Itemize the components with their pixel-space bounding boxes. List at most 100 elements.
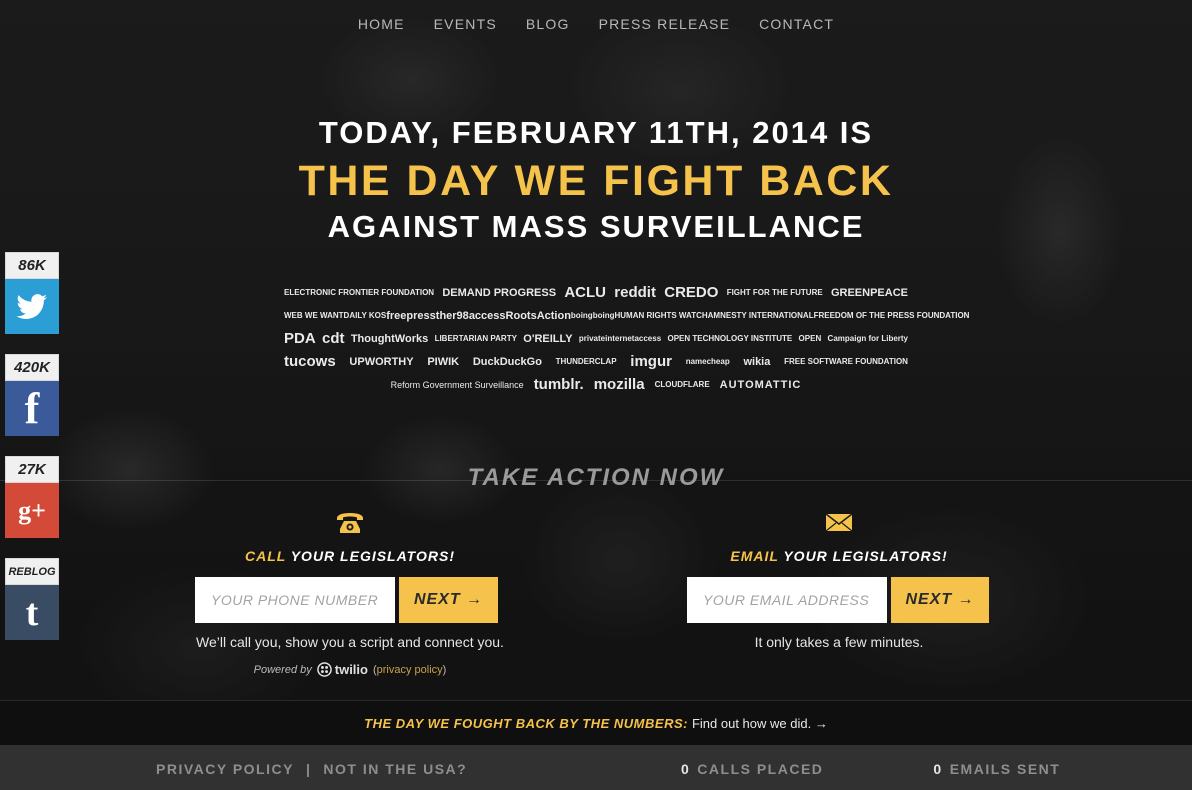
logo-piwik[interactable]: PIWIK	[427, 356, 459, 368]
logo-thunderclap[interactable]: THUNDERCLAP	[556, 357, 617, 366]
call-heading-rest: YOUR LEGISLATORS!	[286, 548, 455, 564]
logo-freepress[interactable]: freepress	[386, 310, 436, 322]
tumblr-share: REBLOG t	[5, 558, 59, 640]
email-section: EMAIL YOUR LEGISLATORS! NEXT → It only t…	[687, 512, 991, 650]
logo-access[interactable]: access	[469, 310, 506, 322]
powered-by: Powered by twilio (privacy policy)	[195, 662, 505, 677]
logo-cdt[interactable]: cdt	[322, 330, 345, 347]
nav-contact[interactable]: CONTACT	[759, 16, 834, 32]
logo-free-software-foundation[interactable]: FREE SOFTWARE FOUNDATION	[784, 357, 908, 366]
twilio-icon	[316, 662, 332, 677]
logo-reddit[interactable]: reddit	[614, 284, 656, 301]
calls-count: 0	[681, 761, 691, 777]
tumblr-reblog-label: REBLOG	[5, 558, 59, 585]
logo-boingboing[interactable]: boingboing	[571, 311, 615, 320]
facebook-share: 420K f	[5, 354, 59, 436]
logo-rootsaction[interactable]: RootsAction	[506, 310, 571, 322]
logo-credo[interactable]: CREDO	[664, 284, 718, 301]
logo-row: WEB WE WANT DAILY KOS freepress ther98 a…	[284, 304, 969, 327]
logo-daily-kos[interactable]: DAILY KOS	[344, 311, 387, 320]
logo-open[interactable]: OPEN	[799, 334, 822, 343]
logo-libertarian-party[interactable]: LIBERTARIAN PARTY	[435, 334, 517, 343]
logo-cloudflare[interactable]: CLOUDFLARE	[655, 380, 710, 389]
email-form: NEXT →	[687, 577, 991, 623]
logo-stop-watching-us[interactable]: ther98	[436, 310, 469, 322]
call-note: We’ll call you, show you a script and co…	[196, 634, 504, 650]
partner-logos: ELECTRONIC FRONTIER FOUNDATION DEMAND PR…	[284, 281, 969, 396]
hero-date-line: TODAY, FEBRUARY 11TH, 2014 IS	[318, 115, 874, 150]
email-heading-rest: YOUR LEGISLATORS!	[778, 548, 948, 564]
emails-count: 0	[933, 761, 943, 777]
logo-reform-government-surveillance[interactable]: Reform Government Surveillance	[391, 380, 524, 390]
logo-mozilla[interactable]: mozilla	[594, 376, 645, 393]
logo-greenpeace[interactable]: GREENPEACE	[831, 287, 908, 299]
logo-tucows[interactable]: tucows	[284, 353, 336, 370]
logo-pda[interactable]: PDA	[284, 330, 316, 347]
telephone-icon	[195, 512, 505, 536]
logo-human-rights-watch[interactable]: HUMAN RIGHTS WATCH	[614, 311, 707, 320]
email-next-button[interactable]: NEXT →	[891, 577, 989, 623]
email-address-input[interactable]	[687, 577, 887, 623]
calls-placed-stat: 0 CALLS PLACED	[681, 761, 823, 777]
privacy-policy-link[interactable]: PRIVACY POLICY	[156, 761, 294, 777]
email-heading-accent: EMAIL	[730, 548, 779, 564]
hero-subtitle: AGAINST MASS SURVEILLANCE	[327, 209, 865, 244]
logo-aclu[interactable]: ACLU	[564, 284, 606, 301]
envelope-icon	[687, 512, 991, 536]
logo-private-internet-access[interactable]: privateinternetaccess	[579, 334, 661, 343]
logo-imgur[interactable]: imgur	[630, 353, 672, 370]
logo-open-technology-institute[interactable]: OPEN TECHNOLOGY INSTITUTE	[667, 334, 792, 343]
not-in-usa-link[interactable]: NOT IN THE USA?	[323, 761, 467, 777]
logo-thoughtworks[interactable]: ThoughtWorks	[351, 333, 428, 345]
logo-upworthy[interactable]: UPWORTHY	[349, 356, 413, 368]
emails-label: EMAILS SENT	[949, 761, 1061, 777]
find-out-link[interactable]: Find out how we did. →	[692, 716, 828, 731]
nav-home[interactable]: HOME	[358, 16, 405, 32]
tumblr-button[interactable]: t	[5, 585, 59, 640]
call-form: NEXT →	[195, 577, 505, 623]
logo-automattic[interactable]: AUTOMATTIC	[720, 379, 802, 391]
footer-links: PRIVACY POLICY | NOT IN THE USA?	[156, 761, 467, 777]
logo-row: tucows UPWORTHY PIWIK DuckDuckGo THUNDER…	[284, 350, 908, 373]
by-the-numbers-bar: THE DAY WE FOUGHT BACK BY THE NUMBERS: F…	[0, 700, 1192, 745]
call-next-button[interactable]: NEXT →	[399, 577, 498, 623]
logo-wikia[interactable]: wikia	[743, 356, 770, 368]
facebook-button[interactable]: f	[5, 381, 59, 436]
logo-fight-for-the-future[interactable]: FIGHT FOR THE FUTURE	[727, 288, 823, 297]
facebook-icon: f	[24, 384, 40, 433]
calls-label: CALLS PLACED	[697, 761, 824, 777]
call-heading-accent: CALL	[245, 548, 287, 564]
logo-tumblr[interactable]: tumblr.	[534, 376, 584, 393]
nav-events[interactable]: EVENTS	[434, 16, 497, 32]
email-note: It only takes a few minutes.	[754, 634, 924, 650]
footer-separator: |	[305, 761, 312, 777]
phone-number-input[interactable]	[195, 577, 395, 623]
by-the-numbers-heading: THE DAY WE FOUGHT BACK BY THE NUMBERS:	[364, 715, 688, 731]
logo-amnesty[interactable]: AMNESTY INTERNATIONAL	[708, 311, 814, 320]
logo-duckduckgo[interactable]: DuckDuckGo	[473, 356, 542, 368]
tumblr-icon: t	[25, 591, 39, 634]
logo-freedom-of-the-press[interactable]: FREEDOM OF THE PRESS FOUNDATION	[814, 311, 970, 320]
logo-oreilly[interactable]: O'REILLY	[523, 333, 572, 345]
twitter-count: 86K	[5, 252, 59, 279]
top-nav: HOME EVENTS BLOG PRESS RELEASE CONTACT	[0, 16, 1192, 32]
twilio-privacy-link[interactable]: privacy policy	[377, 664, 443, 676]
nav-press-release[interactable]: PRESS RELEASE	[599, 16, 731, 32]
logo-demand-progress[interactable]: DEMAND PROGRESS	[442, 287, 556, 299]
footer-stats: 0 CALLS PLACED 0 EMAILS SENT	[681, 761, 1060, 777]
twilio-logo[interactable]: twilio	[316, 662, 368, 677]
logo-campaign-for-liberty[interactable]: Campaign for Liberty	[828, 334, 908, 343]
privacy-policy-wrap: (privacy policy)	[373, 664, 446, 676]
logo-web-we-want[interactable]: WEB WE WANT	[284, 311, 344, 320]
logo-namecheap[interactable]: namecheap	[686, 357, 730, 366]
footer: PRIVACY POLICY | NOT IN THE USA? 0 CALLS…	[0, 745, 1192, 790]
paren-close: )	[442, 663, 447, 676]
twitter-button[interactable]	[5, 279, 59, 334]
nav-blog[interactable]: BLOG	[526, 16, 570, 32]
logo-row: Reform Government Surveillance tumblr. m…	[284, 373, 908, 396]
logo-row: ELECTRONIC FRONTIER FOUNDATION DEMAND PR…	[284, 281, 908, 304]
logo-eff[interactable]: ELECTRONIC FRONTIER FOUNDATION	[284, 288, 434, 297]
email-heading: EMAIL YOUR LEGISLATORS!	[687, 548, 991, 564]
powered-by-label: Powered by	[253, 663, 312, 676]
logo-row: PDA cdt ThoughtWorks LIBERTARIAN PARTY O…	[284, 327, 908, 350]
